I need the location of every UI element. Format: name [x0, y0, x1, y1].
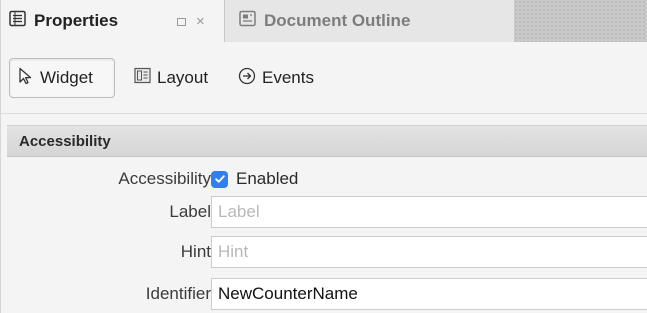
layout-button-label: Layout — [157, 68, 209, 87]
section-header-accessibility[interactable]: Accessibility — [7, 125, 647, 157]
tab-bar-empty-area — [514, 0, 647, 42]
hint-field-label: Hint — [180, 242, 211, 261]
checkmark-icon[interactable] — [211, 170, 228, 188]
document-outline-icon — [239, 10, 256, 32]
cursor-arrow-icon — [18, 67, 34, 90]
tab-document-outline[interactable]: Document Outline — [225, 0, 514, 42]
tab-properties[interactable]: Properties × — [1, 0, 225, 42]
properties-pad: Properties × Document Outline Widget Lay… — [0, 0, 647, 313]
close-icon[interactable]: × — [196, 13, 205, 30]
accessibility-label: Accessibility — [118, 169, 211, 188]
hint-input[interactable] — [211, 236, 647, 268]
identifier-field-label: Identifier — [145, 284, 211, 303]
identifier-input[interactable] — [211, 278, 647, 310]
row-identifier: Identifier — [7, 278, 647, 310]
row-label: Label — [7, 196, 647, 228]
events-button[interactable]: Events — [238, 58, 314, 98]
events-button-label: Events — [262, 68, 314, 87]
accessibility-enabled-checkbox[interactable]: Enabled — [211, 163, 298, 195]
tab-properties-label: Properties — [34, 11, 119, 30]
label-input[interactable] — [211, 196, 647, 228]
layout-grid-icon — [134, 67, 151, 89]
row-accessibility: Accessibility Enabled — [7, 163, 647, 195]
widget-button[interactable]: Widget — [9, 58, 115, 98]
row-hint: Hint — [7, 236, 647, 268]
properties-list-icon — [9, 10, 26, 32]
layout-button[interactable]: Layout — [134, 58, 208, 98]
tab-document-outline-label: Document Outline — [264, 11, 411, 30]
tab-controls: × — [177, 13, 205, 30]
properties-toolbar: Widget Layout Events — [1, 42, 647, 114]
dock-restore-icon[interactable] — [177, 18, 186, 26]
tab-bar: Properties × Document Outline — [1, 0, 647, 42]
widget-button-label: Widget — [40, 68, 93, 87]
toolbar-divider — [1, 113, 647, 114]
circled-arrow-icon — [238, 67, 256, 90]
accessibility-section: Accessibility Enabled Label Hint Identif… — [7, 157, 647, 313]
enabled-label: Enabled — [236, 169, 299, 188]
section-title: Accessibility — [19, 132, 111, 150]
label-field-label: Label — [169, 202, 211, 221]
